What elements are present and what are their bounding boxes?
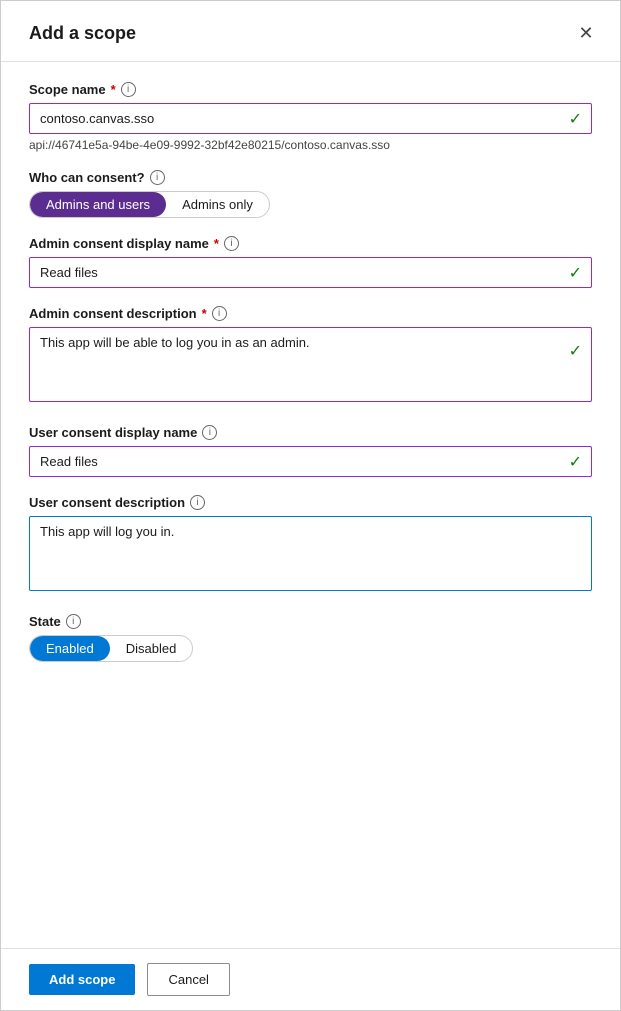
admin-consent-description-label: Admin consent description * i — [29, 306, 592, 321]
user-consent-display-name-group: User consent display name i ✓ — [29, 425, 592, 477]
close-button[interactable]: ✕ — [572, 19, 600, 47]
admin-consent-description-wrapper: This app will be able to log you in as a… — [29, 327, 592, 407]
state-label: State i — [29, 614, 592, 629]
admin-consent-display-name-group: Admin consent display name * i ✓ — [29, 236, 592, 288]
user-consent-description-group: User consent description i This app will… — [29, 495, 592, 596]
api-url-text: api://46741e5a-94be-4e09-9992-32bf42e802… — [29, 138, 592, 152]
admin-consent-display-name-wrapper: ✓ — [29, 257, 592, 288]
user-consent-display-name-label: User consent display name i — [29, 425, 592, 440]
dialog-body: Scope name * i ✓ api://46741e5a-94be-4e0… — [1, 62, 620, 948]
user-consent-description-wrapper: This app will log you in. — [29, 516, 592, 596]
scope-name-input-wrapper: ✓ — [29, 103, 592, 134]
admin-consent-description-check-icon: ✓ — [569, 341, 582, 361]
admin-consent-display-name-info-icon[interactable]: i — [224, 236, 239, 251]
dialog-title: Add a scope — [29, 23, 136, 44]
admin-consent-description-info-icon[interactable]: i — [212, 306, 227, 321]
toggle-admins-only[interactable]: Admins only — [166, 192, 269, 217]
required-star: * — [111, 82, 116, 97]
user-consent-display-name-wrapper: ✓ — [29, 446, 592, 477]
state-toggle: Enabled Disabled — [29, 635, 193, 662]
who-can-consent-label: Who can consent? i — [29, 170, 592, 185]
admin-consent-display-name-input[interactable] — [29, 257, 592, 288]
who-can-consent-toggle: Admins and users Admins only — [29, 191, 270, 218]
scope-name-check-icon: ✓ — [569, 109, 582, 129]
required-star-3: * — [202, 306, 207, 321]
user-consent-display-name-info-icon[interactable]: i — [202, 425, 217, 440]
user-consent-description-textarea[interactable]: This app will log you in. — [29, 516, 592, 591]
scope-name-label: Scope name * i — [29, 82, 592, 97]
admin-consent-display-name-label: Admin consent display name * i — [29, 236, 592, 251]
user-consent-display-name-input[interactable] — [29, 446, 592, 477]
toggle-enabled[interactable]: Enabled — [30, 636, 110, 661]
admin-consent-display-name-check-icon: ✓ — [569, 263, 582, 283]
scope-name-input[interactable] — [29, 103, 592, 134]
user-consent-display-name-check-icon: ✓ — [569, 452, 582, 472]
toggle-disabled[interactable]: Disabled — [110, 636, 193, 661]
add-scope-dialog: Add a scope ✕ Scope name * i ✓ api://467… — [0, 0, 621, 1011]
state-group: State i Enabled Disabled — [29, 614, 592, 662]
admin-consent-description-group: Admin consent description * i This app w… — [29, 306, 592, 407]
who-can-consent-info-icon[interactable]: i — [150, 170, 165, 185]
scope-name-info-icon[interactable]: i — [121, 82, 136, 97]
state-info-icon[interactable]: i — [66, 614, 81, 629]
user-consent-description-label: User consent description i — [29, 495, 592, 510]
toggle-admins-and-users[interactable]: Admins and users — [30, 192, 166, 217]
add-scope-button[interactable]: Add scope — [29, 964, 135, 995]
user-consent-description-info-icon[interactable]: i — [190, 495, 205, 510]
dialog-footer: Add scope Cancel — [1, 948, 620, 1010]
admin-consent-description-textarea[interactable]: This app will be able to log you in as a… — [29, 327, 592, 402]
who-can-consent-group: Who can consent? i Admins and users Admi… — [29, 170, 592, 218]
required-star-2: * — [214, 236, 219, 251]
scope-name-group: Scope name * i ✓ api://46741e5a-94be-4e0… — [29, 82, 592, 152]
cancel-button[interactable]: Cancel — [147, 963, 229, 996]
dialog-header: Add a scope ✕ — [1, 1, 620, 62]
